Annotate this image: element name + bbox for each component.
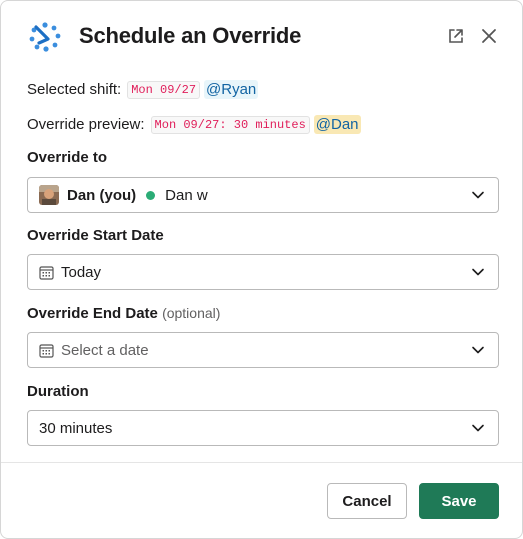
schedule-override-modal: Schedule an Override Selected shift: Mon… bbox=[0, 0, 523, 539]
save-button[interactable]: Save bbox=[419, 483, 499, 519]
override-preview-user-mention[interactable]: @Dan bbox=[313, 115, 361, 134]
override-preview-row: Override preview: Mon 09/27: 30 minutes … bbox=[27, 115, 361, 134]
open-external-button[interactable] bbox=[445, 25, 467, 47]
override-to-label: Override to bbox=[27, 149, 108, 166]
end-date-picker[interactable]: Select a date bbox=[27, 332, 499, 368]
duration-value: 30 minutes bbox=[39, 419, 113, 437]
override-preview-code: Mon 09/27: 30 minutes bbox=[150, 115, 310, 134]
calendar-icon bbox=[39, 343, 54, 358]
end-date-placeholder: Select a date bbox=[61, 341, 149, 359]
selected-shift-row: Selected shift: Mon 09/27 @Ryan bbox=[27, 80, 259, 99]
start-date-value: Today bbox=[61, 263, 102, 281]
selected-user-name: Dan (you) bbox=[67, 186, 137, 204]
close-icon bbox=[482, 29, 496, 43]
selected-shift-user-mention[interactable]: @Ryan bbox=[204, 80, 259, 99]
footer-divider bbox=[1, 462, 522, 463]
chevron-down-icon bbox=[472, 424, 484, 432]
start-date-label: Override Start Date bbox=[27, 227, 164, 244]
chevron-down-icon bbox=[472, 191, 484, 199]
optional-hint: (optional) bbox=[162, 305, 221, 321]
selected-user-display-name: Dan w bbox=[165, 186, 208, 204]
selected-shift-date: Mon 09/27 bbox=[127, 80, 201, 99]
selected-shift-label: Selected shift: bbox=[27, 81, 122, 98]
cancel-button[interactable]: Cancel bbox=[327, 483, 407, 519]
avatar bbox=[39, 185, 59, 205]
modal-header: Schedule an Override bbox=[1, 1, 522, 73]
end-date-label-text: Override End Date bbox=[27, 305, 158, 322]
duration-select[interactable]: 30 minutes bbox=[27, 410, 499, 446]
chevron-down-icon bbox=[472, 268, 484, 276]
chevron-down-icon bbox=[472, 346, 484, 354]
modal-title: Schedule an Override bbox=[79, 23, 302, 48]
schedule-bot-icon bbox=[29, 22, 61, 52]
external-link-icon bbox=[449, 29, 463, 43]
close-button[interactable] bbox=[478, 25, 500, 47]
duration-label: Duration bbox=[27, 383, 89, 400]
start-date-picker[interactable]: Today bbox=[27, 254, 499, 290]
end-date-label: Override End Date (optional) bbox=[27, 305, 220, 322]
calendar-icon bbox=[39, 265, 54, 280]
presence-active-icon bbox=[146, 190, 156, 200]
override-preview-label: Override preview: bbox=[27, 116, 145, 133]
override-to-select[interactable]: Dan (you) Dan w bbox=[27, 177, 499, 213]
